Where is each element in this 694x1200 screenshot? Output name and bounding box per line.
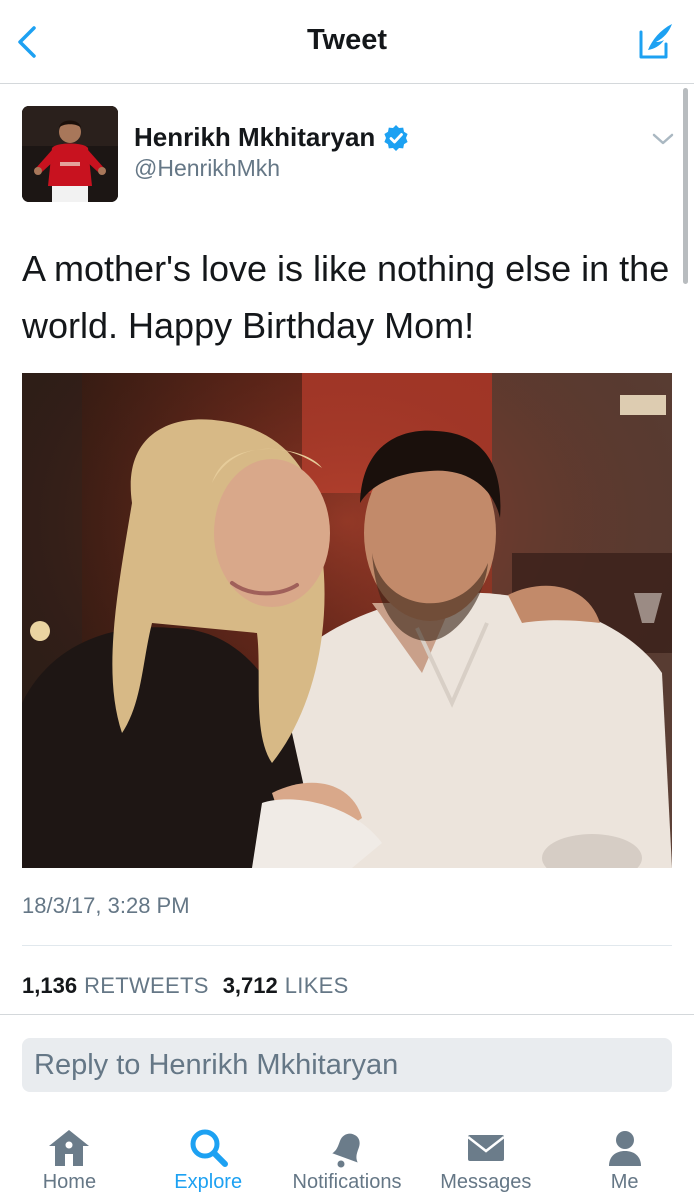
- search-icon: [190, 1129, 229, 1167]
- tab-home[interactable]: Home: [0, 1112, 139, 1200]
- tab-explore-label: Explore: [174, 1171, 243, 1193]
- reply-input[interactable]: Reply to Henrikh Mkhitaryan: [22, 1038, 672, 1092]
- divider: [22, 945, 672, 946]
- navigation-header: Tweet: [0, 0, 694, 84]
- person-icon: [608, 1131, 641, 1166]
- avatar-image: [22, 106, 118, 202]
- avatar[interactable]: [22, 106, 118, 202]
- tab-me-label: Me: [610, 1171, 639, 1193]
- tweet-stats: 1,136 RETWEETS 3,712 LIKES: [22, 973, 349, 999]
- reply-placeholder: Reply to Henrikh Mkhitaryan: [34, 1049, 399, 1081]
- tab-messages-label: Messages: [440, 1171, 532, 1193]
- home-icon: [49, 1130, 90, 1166]
- retweets-stat[interactable]: 1,136 RETWEETS: [22, 973, 209, 999]
- tab-notifications[interactable]: Notifications: [278, 1112, 417, 1200]
- author-display-name[interactable]: Henrikh Mkhitaryan: [134, 122, 375, 153]
- page-title: Tweet: [306, 24, 388, 56]
- likes-count: 3,712: [222, 973, 278, 998]
- tab-me[interactable]: Me: [555, 1112, 694, 1200]
- chevron-down-icon: [652, 133, 674, 145]
- bell-icon: [332, 1133, 360, 1168]
- tweet-options-button[interactable]: [648, 124, 678, 154]
- verified-badge-icon: [384, 124, 408, 151]
- likes-label: LIKES: [284, 973, 349, 998]
- tab-home-label: Home: [42, 1171, 97, 1193]
- tweet-text: A mother's love is like nothing else in …: [22, 248, 670, 346]
- tab-explore[interactable]: Explore: [139, 1112, 278, 1200]
- tab-notifications-label: Notifications: [292, 1171, 402, 1193]
- divider: [0, 1014, 694, 1015]
- author-handle[interactable]: @HenrikhMkh: [134, 155, 280, 182]
- scrollbar[interactable]: [683, 88, 688, 284]
- photo-image: [22, 373, 672, 868]
- tweet-timestamp: 18/3/17, 3:28 PM: [22, 893, 190, 918]
- likes-stat[interactable]: 3,712 LIKES: [223, 973, 349, 999]
- tab-bar: Home Explore Notifications Messages Me: [0, 1112, 694, 1200]
- tweet-photo[interactable]: [22, 373, 672, 868]
- compose-tweet-button[interactable]: [636, 20, 676, 62]
- compose-tweet-icon: [639, 24, 672, 59]
- retweets-label: RETWEETS: [84, 973, 209, 998]
- tab-messages[interactable]: Messages: [416, 1112, 555, 1200]
- retweets-count: 1,136: [22, 973, 78, 998]
- author-name-row[interactable]: Henrikh Mkhitaryan: [134, 122, 409, 153]
- envelope-icon: [467, 1135, 505, 1161]
